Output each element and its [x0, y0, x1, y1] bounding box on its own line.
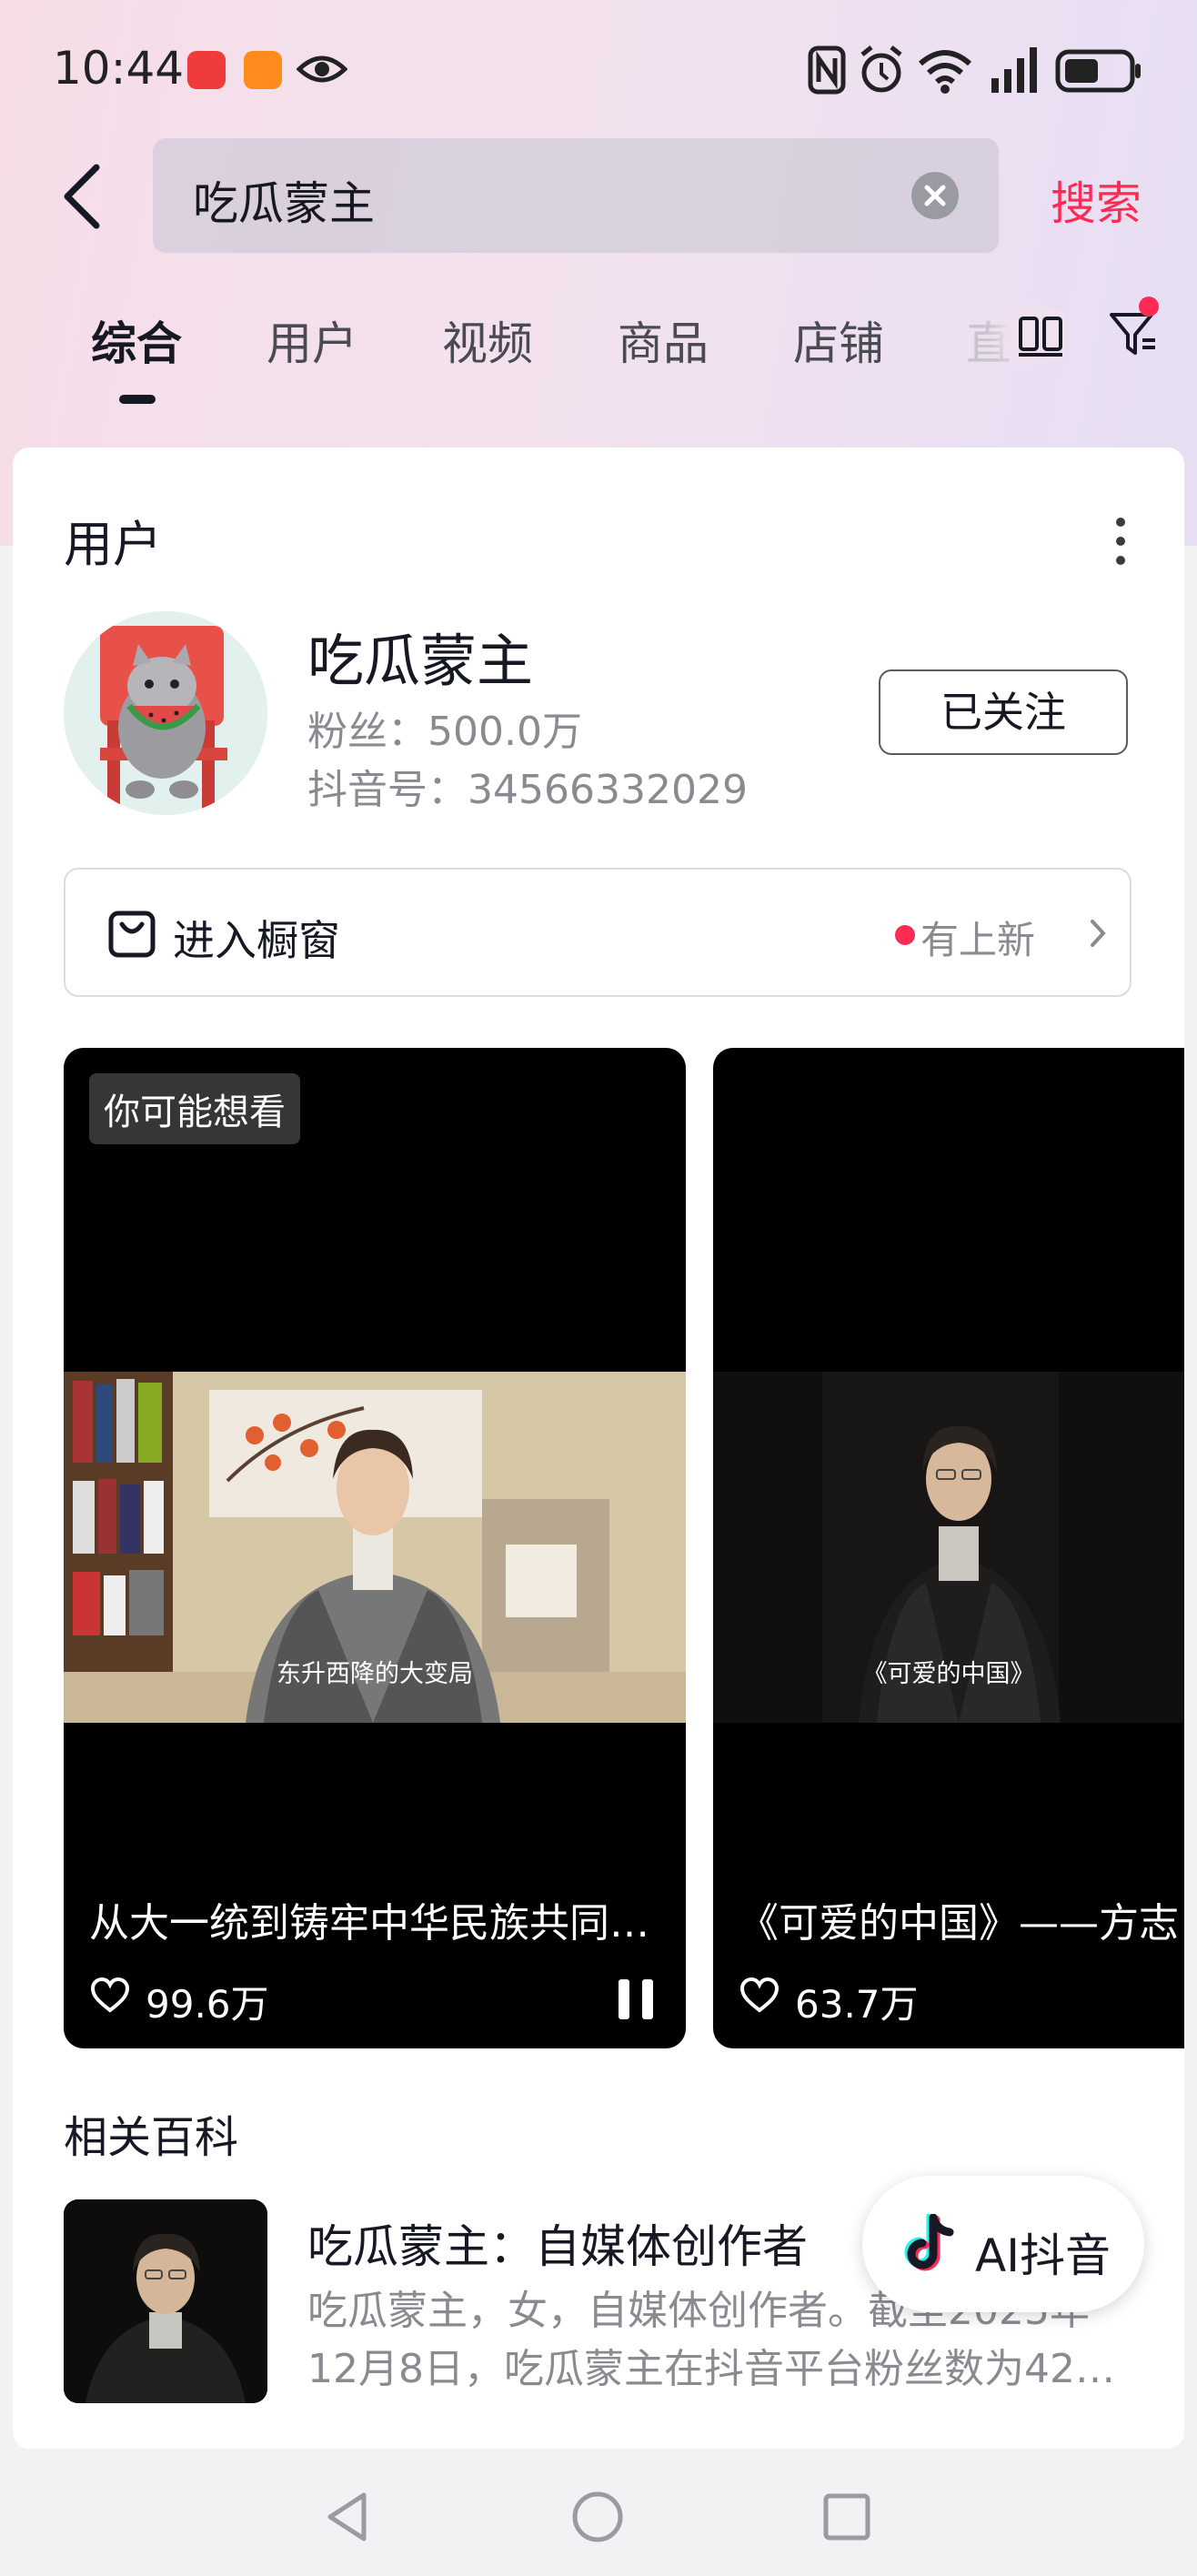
enter-showcase-label: 进入橱窗 — [173, 916, 340, 965]
wifi-icon — [919, 50, 971, 94]
enter-showcase-row[interactable]: 进入橱窗 有上新 — [64, 868, 1132, 997]
orange-app-icon — [244, 51, 282, 89]
wiki-portrait — [64, 2199, 267, 2403]
back-button[interactable] — [56, 162, 111, 231]
ai-douyin-button[interactable]: AI抖音 — [862, 2176, 1144, 2312]
new-items-label: 有上新 — [920, 918, 1036, 962]
tab-videos[interactable]: 视频 — [442, 307, 533, 373]
more-options-icon[interactable] — [1112, 515, 1130, 568]
user-name[interactable]: 吃瓜蒙主 — [307, 615, 533, 697]
video-title: 从大一统到铸牢中华民族共同… — [89, 1900, 649, 1947]
video-title: 《可爱的中国》——方志 — [739, 1900, 1179, 1947]
nav-back-icon[interactable] — [324, 2490, 371, 2543]
battery-icon — [1055, 49, 1141, 93]
search-input[interactable]: 吃瓜蒙主 — [153, 138, 999, 253]
user-fans-count: 粉丝：500.0万 — [307, 709, 582, 755]
wiki-image[interactable] — [64, 2199, 267, 2403]
search-query: 吃瓜蒙主 — [193, 177, 375, 230]
filter-notification-dot — [1139, 297, 1159, 317]
tab-users[interactable]: 用户 — [267, 307, 357, 373]
video-likes: 99.6万 — [146, 1982, 269, 2027]
pause-icon[interactable] — [615, 1977, 657, 2021]
video-subtitle: 《可爱的中国》 — [862, 1660, 1035, 1688]
user-douyin-id: 抖音号：34566332029 — [307, 767, 748, 813]
avatar-cat-image — [64, 611, 267, 815]
ai-douyin-label: AI抖音 — [975, 2229, 1111, 2282]
user-section-title: 用户 — [64, 516, 162, 573]
video-card[interactable]: 你可能想看 东升西降的大变局 从大一统到铸牢中华民族共同… 99.6万 — [64, 1048, 686, 2048]
active-tab-indicator — [119, 395, 156, 404]
signal-icon — [991, 47, 1037, 93]
tab-products[interactable]: 商品 — [618, 307, 709, 373]
wiki-section-title: 相关百科 — [64, 2112, 239, 2163]
user-avatar[interactable] — [64, 611, 267, 815]
clear-search-button[interactable] — [911, 172, 959, 219]
douyin-logo-icon — [904, 2214, 954, 2271]
heart-icon[interactable] — [89, 1976, 131, 2014]
status-time: 10:44 — [53, 42, 185, 95]
results-card: 用户 吃瓜蒙主 粉丝：500.0万 抖音号：34566332029 已关注 进入… — [13, 448, 1184, 2449]
heart-icon[interactable] — [739, 1976, 780, 2014]
wiki-description-line-2: 12月8日，吃瓜蒙主在抖音平台粉丝数为42… — [307, 2346, 1115, 2392]
close-icon — [924, 185, 946, 206]
status-bar: 10:44 — [0, 0, 1197, 146]
tab-comprehensive[interactable]: 综合 — [91, 307, 182, 373]
recommend-badge: 你可能想看 — [89, 1073, 300, 1144]
video-likes: 63.7万 — [795, 1982, 919, 2027]
video-card[interactable]: 《可爱的中国》 《可爱的中国》——方志 63.7万 — [713, 1048, 1184, 2048]
wiki-entry-title[interactable]: 吃瓜蒙主：自媒体创作者 — [307, 2210, 808, 2276]
shopping-bag-icon — [108, 911, 156, 958]
nav-home-icon[interactable] — [571, 2490, 624, 2543]
layout-toggle-icon[interactable] — [1017, 311, 1064, 358]
follow-button[interactable]: 已关注 — [879, 669, 1128, 755]
eye-icon — [297, 55, 347, 83]
filter-icon[interactable] — [1108, 309, 1159, 360]
video-subtitle: 东升西降的大变局 — [277, 1660, 473, 1688]
chevron-right-icon — [1091, 920, 1106, 947]
search-button[interactable]: 搜索 — [1051, 167, 1142, 233]
system-navigation-bar — [0, 2456, 1197, 2576]
tab-live[interactable]: 直 — [966, 307, 1011, 373]
nav-recents-icon[interactable] — [822, 2492, 871, 2541]
red-notification-icon — [187, 51, 226, 89]
alarm-icon — [860, 45, 902, 93]
nfc-icon — [808, 45, 846, 95]
tab-shops[interactable]: 店铺 — [793, 307, 884, 373]
new-items-dot — [895, 925, 915, 945]
